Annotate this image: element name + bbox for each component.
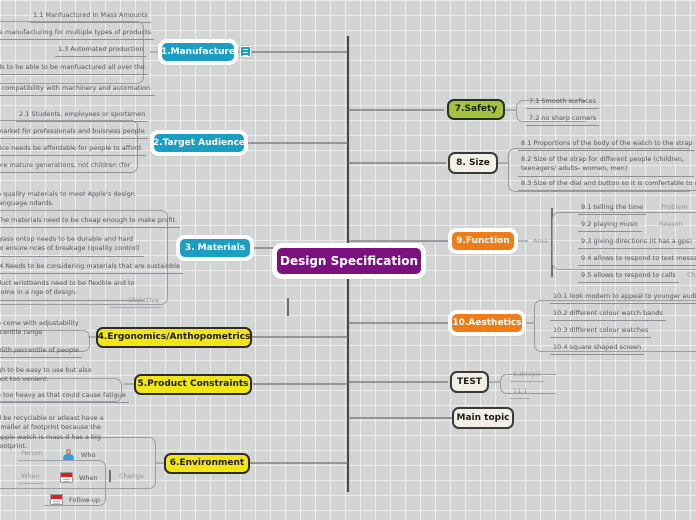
central-node-label: Design Specification — [279, 254, 418, 268]
central-node[interactable]: Design Specification — [275, 246, 423, 276]
branch-label-ergonomics: 4.Ergonomics/Anthopometrics — [97, 332, 251, 342]
branch-node-environment[interactable]: 6.Environment — [164, 453, 250, 474]
subitem-safety-1[interactable]: 7.1 Smooth surfaces — [526, 96, 599, 110]
subitem-test-subtopic[interactable]: Subtopic — [510, 369, 545, 383]
subitem-size-1[interactable]: 8.1 Proportions of the body of the watch… — [518, 138, 696, 152]
subitem-function-1[interactable]: 9.1 telling the time — [578, 202, 647, 216]
subitem-safety-2[interactable]: 7.2 no sharp corners — [526, 113, 600, 127]
subitem-environment-person-label[interactable]: Person — [18, 448, 46, 462]
person-icon — [62, 449, 75, 460]
subitem-target-4[interactable]: ore mature generations, not children (fo… — [0, 160, 134, 174]
branch-node-size[interactable]: 8. Size — [448, 152, 498, 174]
branch-node-manufacture[interactable]: 1.Manufacture — [160, 41, 236, 63]
subitem-size-3[interactable]: 8.3 Size of the dial and button so it is… — [518, 178, 696, 192]
subitem-environment-change-label[interactable]: Change — [116, 471, 147, 483]
subitem-target-3[interactable]: rice needs be affordable for people to a… — [0, 143, 146, 157]
subitem-materials-2[interactable]: The materials need to be cheap enough to… — [0, 215, 181, 229]
subitem-size-2[interactable]: 8.2 Size of the strap for different peop… — [518, 154, 694, 177]
branch-node-aesthetics[interactable]: 10.Aesthetics — [450, 312, 524, 334]
branch-label-materials: 3. Materials — [184, 242, 246, 253]
branch-node-function[interactable]: 9.Function — [450, 230, 516, 252]
branch-node-target-audience[interactable]: 2.Target Audience — [152, 132, 246, 154]
branch-node-test[interactable]: TEST — [450, 371, 489, 393]
note-badge-icon[interactable] — [240, 46, 251, 57]
branch-node-ergonomics[interactable]: 4.Ergonomics/Anthopometrics — [96, 327, 252, 348]
subitem-function-change-label[interactable]: Ch — [684, 270, 696, 282]
subitem-test-111[interactable]: 11.1 — [510, 386, 531, 400]
subitem-manufacture-4[interactable]: ds to be able to be manfuactured all ove… — [0, 62, 148, 76]
subitem-constraints-1[interactable]: gh to be easy to use but also not too ve… — [0, 365, 102, 387]
branch-label-safety: 7.Safety — [454, 104, 498, 114]
subitem-environment-when-label[interactable]: When — [18, 471, 43, 485]
branch-node-main-topic[interactable]: Main topic — [452, 407, 514, 429]
subitem-manufacture-2[interactable]: le manufacturing for multiple types of p… — [0, 27, 155, 41]
branch-label-function: 9.Function — [456, 235, 510, 246]
branch-label-main-topic: Main topic — [456, 412, 510, 423]
subitem-aesthetics-3[interactable]: 10.3 different colour watches — [550, 325, 652, 339]
subitem-aesthetics-4[interactable]: 10.4 square shaped screen — [550, 342, 645, 356]
subitem-manufacture-3[interactable]: 1.3 Automated production — [55, 44, 147, 58]
branch-node-safety[interactable]: 7.Safety — [447, 99, 505, 120]
subitem-materials-4[interactable]: .4 Needs to be considering materials tha… — [0, 261, 183, 275]
subitem-materials-3[interactable]: glass ontop needs to be durable and hard… — [0, 234, 144, 257]
subitem-function-problem-label[interactable]: Problem — [658, 202, 691, 214]
subitem-materials-objective[interactable]: Objective — [110, 295, 162, 309]
subitem-function-3[interactable]: 9.3 giving directions (it has a gps) — [578, 236, 695, 250]
subitem-function-reason-label[interactable]: Reason — [656, 219, 686, 231]
subitem-aesthetics-1[interactable]: 10.1 look modern to appeal to younger au… — [550, 291, 696, 305]
subitem-function-5[interactable]: 9.5 allows to respond to calls — [578, 270, 679, 284]
branch-label-product-constraints: 5.Product Constraints — [137, 379, 249, 389]
subitem-constraints-2[interactable]: e too heavy as that could cause fatigue — [0, 390, 129, 404]
subitem-manufacture-5[interactable]: r compatibility with machinery and autom… — [0, 83, 156, 97]
subitem-ergonomics-1[interactable]: o come with adjustability rcentile range — [0, 318, 94, 340]
subitem-aesthetics-2[interactable]: 10.2 different colour watch bands — [550, 308, 666, 322]
branch-label-test: TEST — [457, 376, 482, 387]
branch-node-product-constraints[interactable]: 5.Product Constraints — [134, 374, 252, 395]
subitem-function-2[interactable]: 9.2 playing music — [578, 219, 642, 233]
subitem-target-1[interactable]: 2.1 Students, employees or sportsmen — [16, 109, 149, 123]
branch-label-target-audience: 2.Target Audience — [153, 137, 246, 148]
mindmap-canvas[interactable]: Design Specification 1.Manufacture 2.Tar… — [0, 0, 696, 520]
subitem-function-4[interactable]: 9.4 allows to respond to text messages — [578, 253, 696, 267]
subitem-group-environment-inner — [44, 460, 106, 506]
branch-label-manufacture: 1.Manufacture — [160, 46, 236, 57]
subitem-function-area-label[interactable]: Area — [530, 236, 551, 248]
subitem-manufacture-1[interactable]: 1.1 Manfuactured in Mass Amounts — [30, 10, 151, 24]
branch-label-aesthetics: 10.Aesthetics — [452, 317, 522, 328]
branch-node-materials[interactable]: 3. Materials — [178, 237, 252, 259]
branch-label-size: 8. Size — [456, 157, 490, 168]
subitem-target-2[interactable]: market for professionals and buisness pe… — [0, 126, 148, 140]
branch-label-environment: 6.Environment — [169, 458, 245, 468]
subitem-materials-1[interactable]: h quality materials to meet Apple's desi… — [0, 189, 146, 211]
subitem-ergonomics-2[interactable]: 95th percentile of people — [0, 345, 82, 359]
